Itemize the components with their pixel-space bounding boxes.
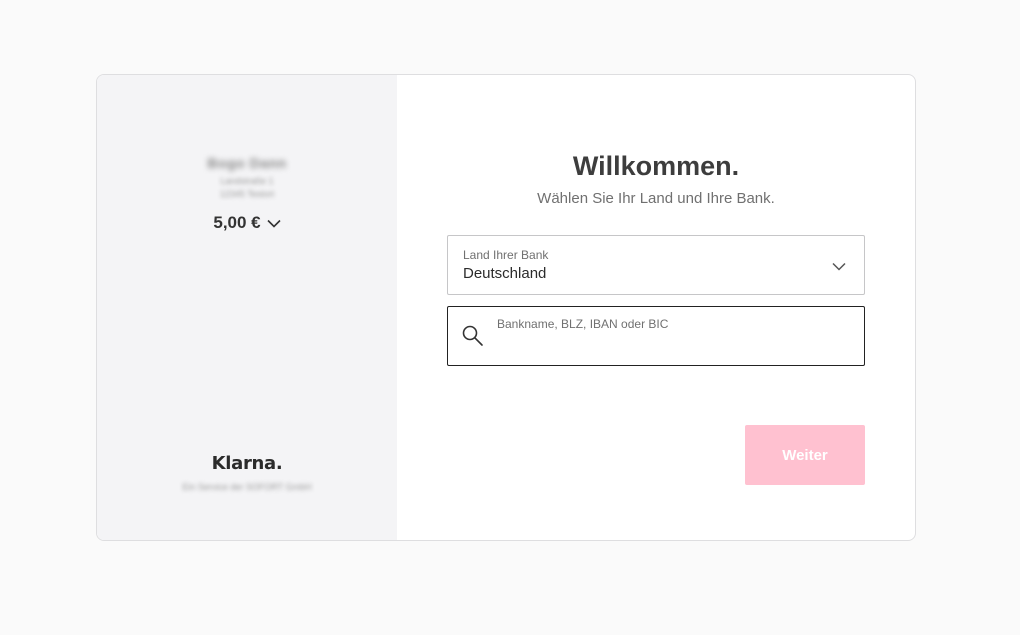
merchant-name: Bogo Dann: [207, 155, 287, 171]
bank-search-field[interactable]: [447, 306, 865, 366]
amount-value: 5,00 €: [213, 213, 261, 232]
brand-note: Ein Service der SOFORT GmbH: [182, 482, 312, 492]
continue-button[interactable]: Weiter: [745, 425, 865, 485]
page-subtitle: Wählen Sie Ihr Land und Ihre Bank.: [537, 190, 775, 207]
merchant-address-line1: Landstraße 1: [220, 176, 274, 186]
chevron-down-icon: [832, 258, 846, 276]
chevron-down-icon: [267, 219, 281, 228]
merchant-info: Bogo Dann Landstraße 1 12345 Testort 5,0…: [97, 155, 397, 233]
klarna-logo: Klarna.: [211, 453, 283, 474]
country-select-value: Deutschland: [463, 265, 547, 282]
checkout-card: Bogo Dann Landstraße 1 12345 Testort 5,0…: [96, 74, 916, 541]
search-icon: [462, 325, 484, 352]
country-select-label: Land Ihrer Bank: [463, 248, 549, 262]
merchant-address-line2: 12345 Testort: [219, 189, 275, 199]
brand-footer: Klarna. Ein Service der SOFORT GmbH: [97, 453, 397, 492]
merchant-address: Landstraße 1 12345 Testort: [97, 175, 397, 201]
bank-search-input[interactable]: [497, 317, 847, 331]
page-title: Willkommen.: [572, 151, 740, 181]
merchant-panel: Bogo Dann Landstraße 1 12345 Testort 5,0…: [97, 75, 397, 540]
amount-toggle[interactable]: 5,00 €: [213, 213, 281, 233]
bank-selection-panel: Willkommen. Wählen Sie Ihr Land und Ihre…: [397, 75, 915, 540]
country-select[interactable]: Land Ihrer Bank Deutschland: [447, 235, 865, 295]
